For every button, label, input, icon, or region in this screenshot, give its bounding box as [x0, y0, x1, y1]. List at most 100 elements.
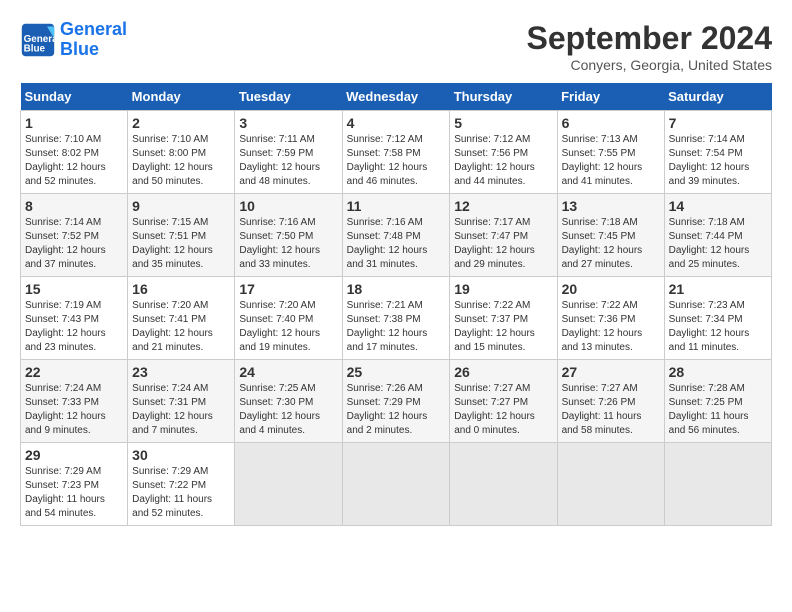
- day-details: Sunrise: 7:18 AMSunset: 7:44 PMDaylight:…: [669, 217, 750, 270]
- day-details: Sunrise: 7:23 AMSunset: 7:34 PMDaylight:…: [669, 300, 750, 353]
- location-subtitle: Conyers, Georgia, United States: [527, 57, 772, 73]
- day-details: Sunrise: 7:27 AMSunset: 7:26 PMDaylight:…: [562, 383, 642, 436]
- calendar-day-cell: 29 Sunrise: 7:29 AMSunset: 7:23 PMDaylig…: [21, 443, 128, 526]
- day-details: Sunrise: 7:29 AMSunset: 7:23 PMDaylight:…: [25, 466, 105, 519]
- day-details: Sunrise: 7:20 AMSunset: 7:40 PMDaylight:…: [239, 300, 320, 353]
- day-number: 4: [347, 115, 446, 131]
- calendar-day-cell: 24 Sunrise: 7:25 AMSunset: 7:30 PMDaylig…: [235, 360, 342, 443]
- svg-text:Blue: Blue: [24, 43, 46, 54]
- day-number: 19: [454, 281, 552, 297]
- day-number: 14: [669, 198, 767, 214]
- calendar-day-cell: 27 Sunrise: 7:27 AMSunset: 7:26 PMDaylig…: [557, 360, 664, 443]
- calendar-day-cell: 28 Sunrise: 7:28 AMSunset: 7:25 PMDaylig…: [664, 360, 771, 443]
- day-details: Sunrise: 7:17 AMSunset: 7:47 PMDaylight:…: [454, 217, 535, 270]
- day-number: 3: [239, 115, 337, 131]
- day-details: Sunrise: 7:11 AMSunset: 7:59 PMDaylight:…: [239, 134, 320, 187]
- weekday-header-sunday: Sunday: [21, 83, 128, 111]
- calendar-day-cell: 3 Sunrise: 7:11 AMSunset: 7:59 PMDayligh…: [235, 111, 342, 194]
- calendar-day-cell: 8 Sunrise: 7:14 AMSunset: 7:52 PMDayligh…: [21, 194, 128, 277]
- day-number: 9: [132, 198, 230, 214]
- day-number: 23: [132, 364, 230, 380]
- month-title: September 2024: [527, 20, 772, 57]
- day-details: Sunrise: 7:24 AMSunset: 7:33 PMDaylight:…: [25, 383, 106, 436]
- calendar-day-cell: [342, 443, 450, 526]
- calendar-day-cell: 25 Sunrise: 7:26 AMSunset: 7:29 PMDaylig…: [342, 360, 450, 443]
- day-number: 6: [562, 115, 660, 131]
- calendar-week-row: 15 Sunrise: 7:19 AMSunset: 7:43 PMDaylig…: [21, 277, 772, 360]
- calendar-day-cell: 23 Sunrise: 7:24 AMSunset: 7:31 PMDaylig…: [128, 360, 235, 443]
- calendar-week-row: 22 Sunrise: 7:24 AMSunset: 7:33 PMDaylig…: [21, 360, 772, 443]
- calendar-day-cell: 10 Sunrise: 7:16 AMSunset: 7:50 PMDaylig…: [235, 194, 342, 277]
- calendar-day-cell: 4 Sunrise: 7:12 AMSunset: 7:58 PMDayligh…: [342, 111, 450, 194]
- day-number: 17: [239, 281, 337, 297]
- day-number: 20: [562, 281, 660, 297]
- calendar-day-cell: [664, 443, 771, 526]
- calendar-day-cell: 26 Sunrise: 7:27 AMSunset: 7:27 PMDaylig…: [450, 360, 557, 443]
- day-number: 27: [562, 364, 660, 380]
- day-number: 22: [25, 364, 123, 380]
- day-number: 28: [669, 364, 767, 380]
- day-details: Sunrise: 7:24 AMSunset: 7:31 PMDaylight:…: [132, 383, 213, 436]
- day-details: Sunrise: 7:19 AMSunset: 7:43 PMDaylight:…: [25, 300, 106, 353]
- calendar-day-cell: 1 Sunrise: 7:10 AMSunset: 8:02 PMDayligh…: [21, 111, 128, 194]
- calendar-day-cell: 16 Sunrise: 7:20 AMSunset: 7:41 PMDaylig…: [128, 277, 235, 360]
- day-number: 1: [25, 115, 123, 131]
- day-number: 2: [132, 115, 230, 131]
- day-details: Sunrise: 7:15 AMSunset: 7:51 PMDaylight:…: [132, 217, 213, 270]
- day-number: 16: [132, 281, 230, 297]
- calendar-day-cell: 22 Sunrise: 7:24 AMSunset: 7:33 PMDaylig…: [21, 360, 128, 443]
- day-number: 15: [25, 281, 123, 297]
- calendar-day-cell: [450, 443, 557, 526]
- logo-text-line1: General: [60, 20, 127, 40]
- calendar-day-cell: 20 Sunrise: 7:22 AMSunset: 7:36 PMDaylig…: [557, 277, 664, 360]
- calendar-week-row: 8 Sunrise: 7:14 AMSunset: 7:52 PMDayligh…: [21, 194, 772, 277]
- day-details: Sunrise: 7:16 AMSunset: 7:50 PMDaylight:…: [239, 217, 320, 270]
- day-details: Sunrise: 7:28 AMSunset: 7:25 PMDaylight:…: [669, 383, 749, 436]
- calendar-header-row: SundayMondayTuesdayWednesdayThursdayFrid…: [21, 83, 772, 111]
- calendar-day-cell: 5 Sunrise: 7:12 AMSunset: 7:56 PMDayligh…: [450, 111, 557, 194]
- weekday-header-thursday: Thursday: [450, 83, 557, 111]
- calendar-day-cell: 7 Sunrise: 7:14 AMSunset: 7:54 PMDayligh…: [664, 111, 771, 194]
- day-details: Sunrise: 7:22 AMSunset: 7:36 PMDaylight:…: [562, 300, 643, 353]
- day-details: Sunrise: 7:12 AMSunset: 7:56 PMDaylight:…: [454, 134, 535, 187]
- day-number: 24: [239, 364, 337, 380]
- calendar-day-cell: 19 Sunrise: 7:22 AMSunset: 7:37 PMDaylig…: [450, 277, 557, 360]
- day-number: 10: [239, 198, 337, 214]
- day-details: Sunrise: 7:27 AMSunset: 7:27 PMDaylight:…: [454, 383, 535, 436]
- calendar-day-cell: 17 Sunrise: 7:20 AMSunset: 7:40 PMDaylig…: [235, 277, 342, 360]
- weekday-header-saturday: Saturday: [664, 83, 771, 111]
- calendar-day-cell: 13 Sunrise: 7:18 AMSunset: 7:45 PMDaylig…: [557, 194, 664, 277]
- day-number: 26: [454, 364, 552, 380]
- day-number: 29: [25, 447, 123, 463]
- day-details: Sunrise: 7:12 AMSunset: 7:58 PMDaylight:…: [347, 134, 428, 187]
- calendar-day-cell: 9 Sunrise: 7:15 AMSunset: 7:51 PMDayligh…: [128, 194, 235, 277]
- calendar-week-row: 29 Sunrise: 7:29 AMSunset: 7:23 PMDaylig…: [21, 443, 772, 526]
- weekday-header-friday: Friday: [557, 83, 664, 111]
- calendar-day-cell: 6 Sunrise: 7:13 AMSunset: 7:55 PMDayligh…: [557, 111, 664, 194]
- logo-icon: General Blue: [20, 22, 56, 58]
- day-number: 13: [562, 198, 660, 214]
- day-number: 12: [454, 198, 552, 214]
- day-number: 30: [132, 447, 230, 463]
- day-number: 21: [669, 281, 767, 297]
- page-header: General Blue General Blue September 2024…: [20, 20, 772, 73]
- calendar-day-cell: [235, 443, 342, 526]
- day-details: Sunrise: 7:14 AMSunset: 7:54 PMDaylight:…: [669, 134, 750, 187]
- calendar-day-cell: 30 Sunrise: 7:29 AMSunset: 7:22 PMDaylig…: [128, 443, 235, 526]
- day-details: Sunrise: 7:16 AMSunset: 7:48 PMDaylight:…: [347, 217, 428, 270]
- calendar-day-cell: 2 Sunrise: 7:10 AMSunset: 8:00 PMDayligh…: [128, 111, 235, 194]
- day-details: Sunrise: 7:13 AMSunset: 7:55 PMDaylight:…: [562, 134, 643, 187]
- calendar-day-cell: 14 Sunrise: 7:18 AMSunset: 7:44 PMDaylig…: [664, 194, 771, 277]
- calendar-day-cell: 21 Sunrise: 7:23 AMSunset: 7:34 PMDaylig…: [664, 277, 771, 360]
- calendar-day-cell: 18 Sunrise: 7:21 AMSunset: 7:38 PMDaylig…: [342, 277, 450, 360]
- weekday-header-wednesday: Wednesday: [342, 83, 450, 111]
- day-details: Sunrise: 7:22 AMSunset: 7:37 PMDaylight:…: [454, 300, 535, 353]
- day-details: Sunrise: 7:26 AMSunset: 7:29 PMDaylight:…: [347, 383, 428, 436]
- day-details: Sunrise: 7:21 AMSunset: 7:38 PMDaylight:…: [347, 300, 428, 353]
- logo: General Blue General Blue: [20, 20, 127, 60]
- calendar-day-cell: [557, 443, 664, 526]
- calendar-day-cell: 12 Sunrise: 7:17 AMSunset: 7:47 PMDaylig…: [450, 194, 557, 277]
- day-number: 8: [25, 198, 123, 214]
- calendar-day-cell: 11 Sunrise: 7:16 AMSunset: 7:48 PMDaylig…: [342, 194, 450, 277]
- calendar-table: SundayMondayTuesdayWednesdayThursdayFrid…: [20, 83, 772, 526]
